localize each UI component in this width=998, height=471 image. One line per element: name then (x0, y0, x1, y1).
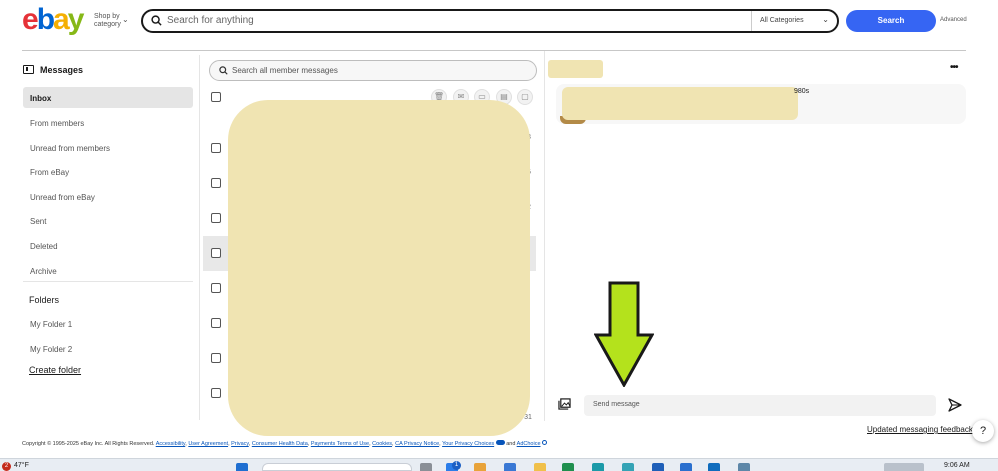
table-row-checkbox[interactable] (211, 388, 221, 398)
send-message-input[interactable]: Send message (584, 395, 936, 416)
sidebar-item-archive[interactable]: Archive (23, 260, 193, 281)
taskbar-app-icon[interactable] (474, 463, 486, 471)
folders-heading: Folders (29, 295, 60, 305)
file-explorer-icon[interactable] (534, 463, 546, 471)
member-message-search-input[interactable]: Search all member messages (232, 66, 338, 75)
messaging-feedback-link[interactable]: Updated messaging feedback (867, 425, 973, 434)
privacy-choices-icon (495, 440, 505, 445)
sidebar-item-unread-from-ebay[interactable]: Unread from eBay (23, 186, 193, 207)
member-message-search[interactable]: Search all member messages (209, 60, 537, 81)
sidebar-item-sent[interactable]: Sent (23, 210, 193, 231)
taskbar-app-icon[interactable] (504, 463, 516, 471)
clock[interactable]: 9:06 AM (944, 462, 970, 469)
sidebar-item-my-folder-1[interactable]: My Folder 1 (23, 313, 193, 334)
create-folder-link[interactable]: Create folder (29, 365, 81, 375)
select-all-checkbox[interactable] (211, 92, 221, 102)
redacted-item-title (562, 87, 798, 120)
weather-widget[interactable]: 47°F (14, 462, 29, 469)
search-input[interactable]: Search for anything (167, 15, 254, 26)
table-row-checkbox[interactable] (211, 248, 221, 258)
search-bar: Search for anything All Categories ⌄ (141, 9, 839, 33)
redacted-message-list (228, 100, 530, 436)
table-row-checkbox[interactable] (211, 283, 221, 293)
messages-heading: Messages (23, 65, 83, 75)
sidebar-item-unread-from-members[interactable]: Unread from members (23, 137, 193, 158)
help-button[interactable]: ? (972, 420, 994, 442)
chevron-down-icon: ⌄ (122, 15, 129, 24)
table-row-checkbox[interactable] (211, 213, 221, 223)
item-title-fragment: 980s (794, 88, 810, 95)
footer-link-payments-terms[interactable]: Payments Terms of Use (311, 441, 369, 447)
system-tray-icons[interactable] (884, 463, 924, 471)
footer-link-user-agreement[interactable]: User Agreement (188, 441, 228, 447)
sidebar-item-inbox[interactable]: Inbox (23, 87, 193, 108)
more-options-icon[interactable]: ••• (950, 62, 958, 73)
footer-link-privacy-choices[interactable]: Your Privacy Choices (442, 441, 494, 447)
search-icon (151, 15, 162, 26)
browser-icon[interactable] (592, 463, 604, 471)
table-row-checkbox[interactable] (211, 353, 221, 363)
footer-link-adchoice[interactable]: AdChoice (517, 441, 541, 447)
table-row-checkbox[interactable] (211, 143, 221, 153)
footer-link-privacy[interactable]: Privacy (231, 441, 249, 447)
search-button[interactable]: Search (846, 10, 936, 32)
sidebar-item-my-folder-2[interactable]: My Folder 2 (23, 338, 193, 359)
sidebar-item-deleted[interactable]: Deleted (23, 235, 193, 256)
footer: Copyright © 1995-2025 eBay Inc. All Righ… (22, 440, 548, 447)
footer-link-accessibility[interactable]: Accessibility (156, 441, 186, 447)
advanced-search-link[interactable]: Advanced (940, 17, 967, 23)
folder-icon[interactable]: ▢ (517, 89, 533, 105)
messages-icon (23, 65, 34, 74)
os-taskbar (0, 458, 998, 471)
list-left-border (199, 55, 200, 420)
browser-icon[interactable] (622, 463, 634, 471)
outlook-icon[interactable] (708, 463, 720, 471)
footer-link-ca-privacy-notice[interactable]: CA Privacy Notice (395, 441, 439, 447)
table-row-checkbox[interactable] (211, 178, 221, 188)
send-icon[interactable] (948, 398, 962, 412)
sidebar-item-from-members[interactable]: From members (23, 112, 193, 133)
taskbar-app-icon[interactable] (652, 463, 664, 471)
arrow-down-icon (594, 281, 654, 387)
footer-link-consumer-health-data[interactable]: Consumer Health Data (252, 441, 308, 447)
search-icon (219, 66, 228, 75)
shop-by-category-button[interactable]: Shop by category ⌄ (94, 13, 129, 29)
taskbar-search-box[interactable] (262, 463, 412, 471)
taskbar-app-icon[interactable] (680, 463, 692, 471)
task-view-icon[interactable] (420, 463, 432, 471)
footer-link-cookies[interactable]: Cookies (372, 441, 392, 447)
taskbar-app-icon[interactable] (562, 463, 574, 471)
notification-badge: 2 (2, 462, 11, 471)
list-right-border (544, 51, 545, 421)
adchoice-icon (542, 440, 548, 445)
header-divider (22, 50, 966, 51)
chevron-down-icon: ⌄ (822, 15, 829, 24)
start-icon[interactable] (236, 463, 248, 471)
taskbar-app-icon[interactable] (738, 463, 750, 471)
sidebar-divider (23, 281, 193, 282)
add-image-icon[interactable] (558, 398, 571, 410)
table-row-checkbox[interactable] (211, 318, 221, 328)
taskbar-badge: 1 (452, 461, 461, 470)
sidebar-item-from-ebay[interactable]: From eBay (23, 161, 193, 182)
category-select[interactable]: All Categories ⌄ (751, 11, 837, 31)
redacted-sender-name (548, 60, 603, 78)
ebay-logo[interactable]: ebay (22, 4, 84, 36)
